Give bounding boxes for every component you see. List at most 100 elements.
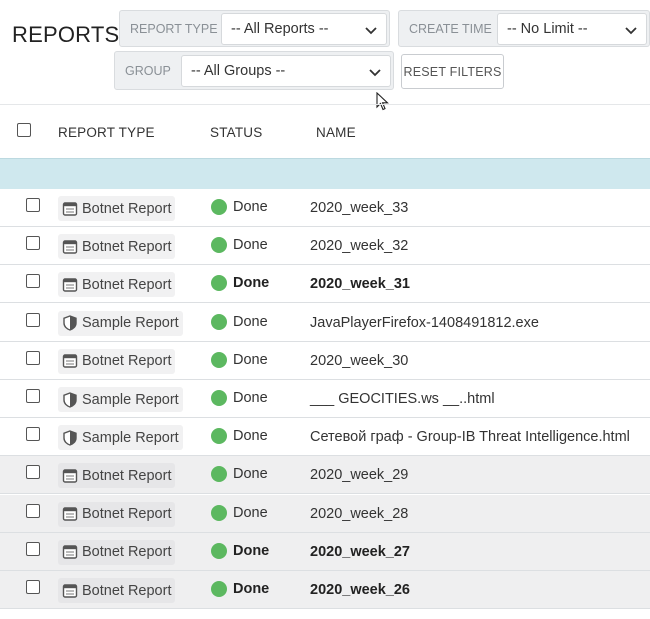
status-text: Done: [233, 390, 268, 406]
report-type-tag: Botnet Report: [58, 348, 176, 374]
status-text: Done: [233, 466, 268, 483]
report-type-tag: Sample Report: [58, 310, 183, 336]
shield-icon: [62, 315, 82, 331]
report-name-link[interactable]: 2020_week_33: [310, 200, 408, 216]
table-row[interactable]: Botnet Report Done 2020_week_29: [0, 456, 650, 495]
create-time-select[interactable]: -- No Limit --: [497, 13, 647, 45]
calendar-icon: [62, 201, 82, 217]
table-row[interactable]: Sample Report Done Сетевой граф - Group-IB…: [0, 418, 650, 457]
row-checkbox[interactable]: [26, 465, 40, 480]
table-row[interactable]: Botnet Report Done 2020_week_32: [0, 227, 650, 266]
status-dot-icon: [211, 199, 227, 215]
report-name-link[interactable]: 2020_week_31: [310, 276, 410, 292]
report-type-tag: Sample Report: [58, 387, 183, 412]
calendar-icon: [62, 544, 82, 560]
calendar-icon: [62, 468, 82, 484]
table-row[interactable]: Botnet Report Done 2020_week_30: [0, 342, 650, 380]
table-row[interactable]: Botnet Report Done 2020_week_27: [0, 532, 650, 571]
chevron-down-icon: [625, 27, 637, 35]
table-row[interactable]: Sample Report Done ___ GEOCITIES.ws __..ht…: [0, 380, 650, 418]
report-type-select[interactable]: -- All Reports --: [221, 13, 387, 45]
report-name-link[interactable]: 2020_week_26: [310, 582, 410, 598]
report-type-tag: Botnet Report: [58, 501, 176, 527]
status-dot-icon: [211, 428, 227, 445]
status-dot-icon: [211, 466, 227, 483]
table-row[interactable]: Botnet Report Done 2020_week_26: [0, 571, 650, 609]
status-text: Done: [233, 542, 270, 559]
row-checkbox[interactable]: [26, 503, 40, 518]
table-row[interactable]: Botnet Report Done 2020_week_31: [0, 265, 650, 304]
report-name-link[interactable]: 2020_week_30: [310, 353, 408, 369]
report-type-text: Botnet Report: [82, 353, 172, 370]
status-cell: Done: [211, 504, 268, 521]
status-cell: Done: [211, 199, 268, 215]
status-text: Done: [233, 504, 268, 521]
group-select[interactable]: -- All Groups --: [181, 55, 391, 87]
report-type-text: Botnet Report: [82, 276, 172, 293]
group-value: -- All Groups --: [191, 63, 286, 79]
row-checkbox[interactable]: [26, 350, 40, 365]
status-dot-icon: [211, 581, 227, 597]
status-cell: Done: [211, 581, 269, 597]
status-cell: Done: [211, 542, 270, 559]
row-checkbox[interactable]: [26, 312, 40, 327]
status-dot-icon: [211, 542, 227, 559]
column-header-report-type[interactable]: REPORT TYPE: [58, 125, 155, 140]
column-header-status[interactable]: STATUS: [210, 125, 262, 140]
status-text: Done: [233, 351, 268, 368]
table-row[interactable]: Sample Report Done JavaPlayerFirefox-14084…: [0, 304, 650, 342]
status-cell: Done: [211, 390, 268, 406]
row-checkbox[interactable]: [26, 541, 40, 556]
select-all-checkbox[interactable]: [17, 123, 31, 137]
chevron-down-icon: [369, 69, 381, 77]
status-text: Done: [233, 237, 268, 254]
status-dot-icon: [211, 313, 227, 330]
status-text: Done: [233, 199, 268, 215]
chevron-down-icon: [365, 27, 377, 35]
column-header-name[interactable]: NAME: [316, 125, 356, 140]
calendar-icon: [62, 239, 82, 255]
status-dot-icon: [211, 351, 227, 368]
reset-filters-button[interactable]: RESET FILTERS: [401, 54, 504, 89]
create-time-label: CREATE TIME: [409, 21, 492, 36]
status-text: Done: [233, 428, 268, 445]
table-row[interactable]: Botnet Report Done 2020_week_33: [0, 189, 650, 227]
status-cell: Done: [211, 313, 268, 330]
report-name-link[interactable]: Сетевой граф - Group-IB Threat Intellige…: [310, 429, 630, 445]
report-name-link[interactable]: 2020_week_27: [310, 544, 410, 560]
report-name-link[interactable]: 2020_week_28: [310, 506, 408, 522]
report-name-link[interactable]: 2020_week_32: [310, 238, 408, 254]
report-type-tag: Botnet Report: [58, 234, 176, 260]
page-title: REPORTS: [12, 22, 120, 47]
row-checkbox[interactable]: [26, 580, 40, 594]
row-checkbox[interactable]: [26, 198, 40, 212]
report-type-tag: Botnet Report: [58, 539, 176, 565]
report-type-text: Sample Report: [82, 391, 179, 408]
status-cell: Done: [211, 466, 268, 483]
table-header: REPORT TYPE STATUS NAME: [0, 104, 650, 158]
report-type-tag: Botnet Report: [58, 272, 176, 298]
report-type-text: Botnet Report: [82, 467, 172, 484]
group-band: [0, 158, 650, 189]
report-name-link[interactable]: JavaPlayerFirefox-1408491812.exe: [310, 315, 539, 331]
status-text: Done: [233, 313, 268, 330]
report-type-tag: Botnet Report: [58, 463, 176, 489]
status-text: Done: [233, 275, 270, 292]
report-name-link[interactable]: ___ GEOCITIES.ws __..html: [310, 391, 495, 407]
group-label: GROUP: [125, 63, 171, 78]
report-type-text: Botnet Report: [82, 506, 172, 523]
table-row[interactable]: Botnet Report Done 2020_week_28: [0, 494, 650, 533]
calendar-icon: [62, 583, 82, 599]
row-checkbox[interactable]: [26, 427, 40, 442]
report-name-link[interactable]: 2020_week_29: [310, 467, 408, 483]
row-checkbox[interactable]: [26, 389, 40, 403]
report-type-text: Botnet Report: [82, 544, 172, 561]
row-checkbox[interactable]: [26, 236, 40, 251]
create-time-value: -- No Limit --: [507, 21, 588, 37]
status-cell: Done: [211, 275, 270, 292]
status-dot-icon: [211, 390, 227, 406]
row-checkbox[interactable]: [26, 274, 40, 289]
shield-icon: [62, 429, 82, 446]
report-type-value: -- All Reports --: [231, 21, 329, 37]
report-type-text: Botnet Report: [82, 200, 172, 217]
